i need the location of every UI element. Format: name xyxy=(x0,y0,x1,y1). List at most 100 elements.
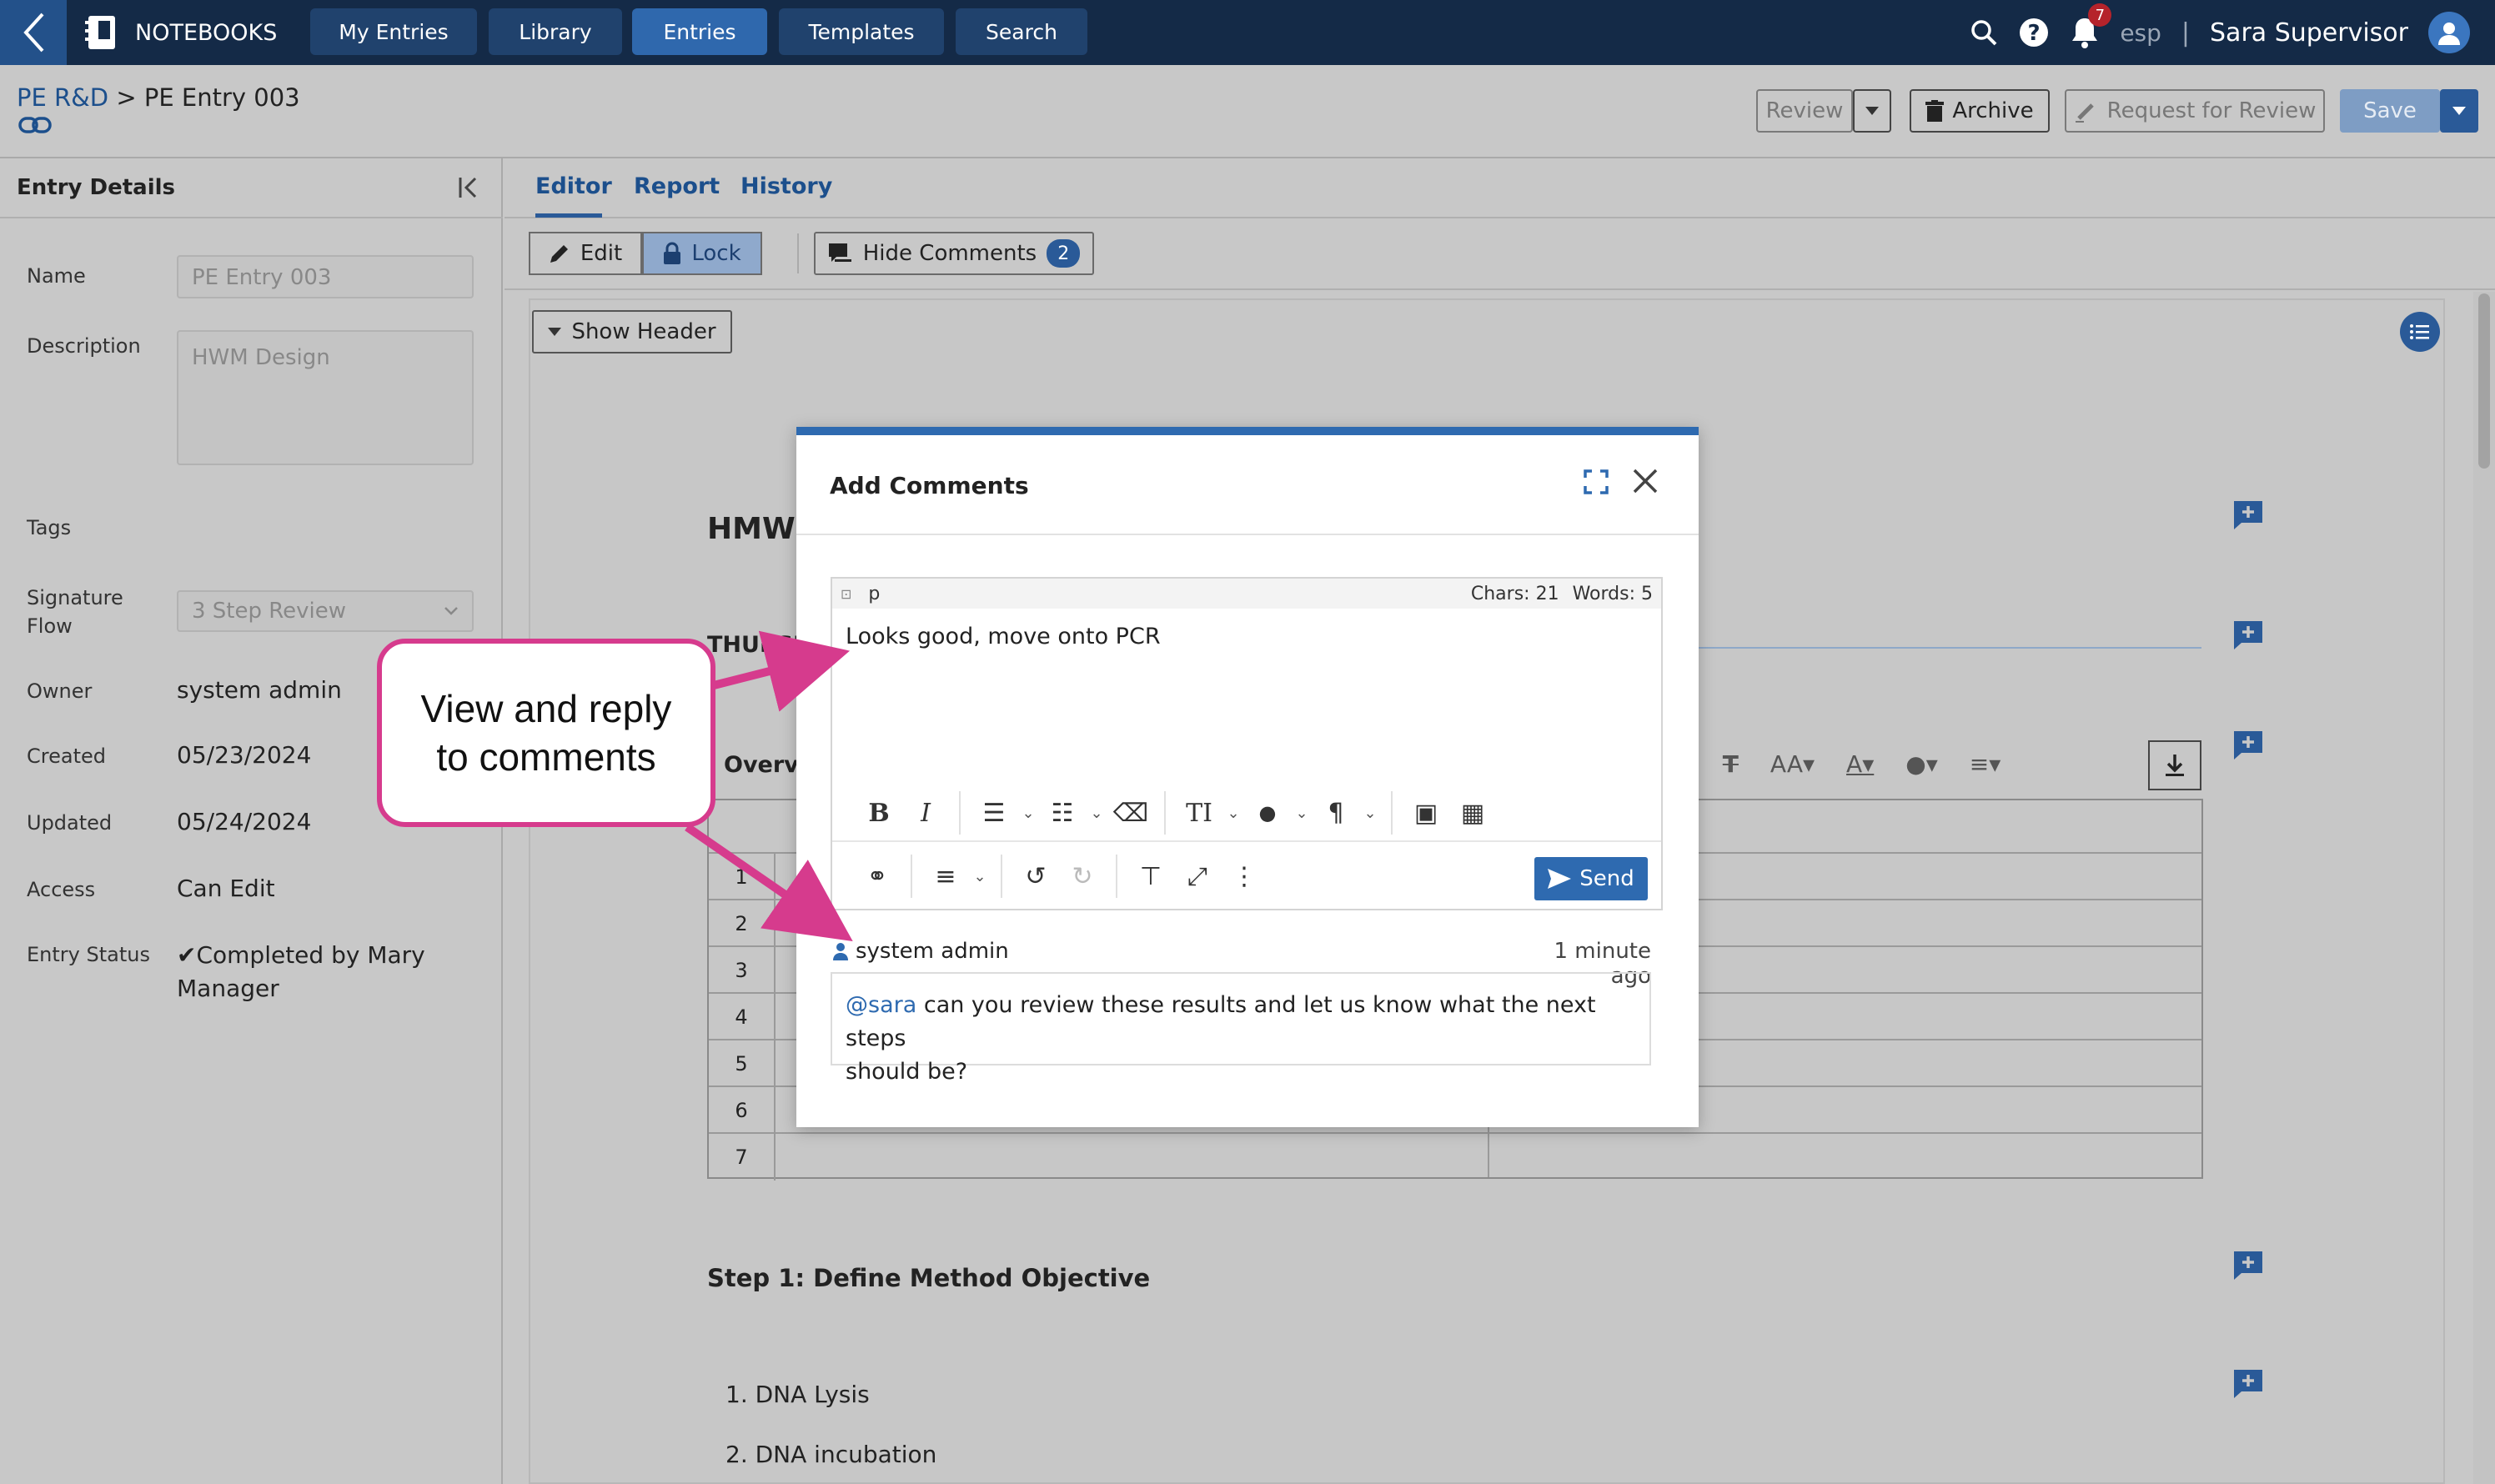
description-field[interactable]: HWM Design xyxy=(177,330,474,465)
link-icon[interactable] xyxy=(18,115,52,135)
show-header-button[interactable]: Show Header xyxy=(532,310,732,353)
highlight-icon[interactable]: ●▾ xyxy=(1905,750,1938,778)
download-button[interactable] xyxy=(2148,740,2201,790)
color-drop-icon[interactable]: ● xyxy=(1244,790,1291,836)
comment-count-badge: 2 xyxy=(1047,239,1081,268)
numbered-list-icon[interactable]: ☷ xyxy=(1039,790,1086,836)
toolbar-divider xyxy=(797,233,799,273)
redo-icon[interactable]: ↻ xyxy=(1059,853,1106,900)
review-button[interactable]: Review xyxy=(1756,89,1853,133)
chevron-down-icon xyxy=(444,607,458,615)
clear-format-icon[interactable]: T xyxy=(1723,750,1739,778)
comment-body[interactable]: @sara can you review these results and l… xyxy=(831,972,1651,1085)
callout-line1: View and reply xyxy=(420,687,672,730)
comment-draft-text[interactable]: Looks good, move onto PCR xyxy=(846,624,1161,649)
request-review-button[interactable]: Request for Review xyxy=(2065,89,2325,133)
notebook-icon xyxy=(85,16,115,49)
text-size-icon[interactable]: TI xyxy=(1176,790,1222,836)
top-right-controls: ? 7 esp | Sara Supervisor xyxy=(1970,0,2470,65)
add-comment-icon[interactable] xyxy=(2231,729,2265,762)
row-number: 3 xyxy=(709,947,776,994)
chevron-down-icon[interactable]: ⌄ xyxy=(1086,805,1107,822)
collapse-panel-icon[interactable] xyxy=(457,175,482,200)
signature-flow-value: 3 Step Review xyxy=(192,599,347,624)
comment-author-name: system admin xyxy=(856,939,1009,964)
paragraph-icon[interactable]: ¶ xyxy=(1313,790,1359,836)
add-comment-icon[interactable] xyxy=(2231,499,2265,532)
more-options-icon[interactable]: ⋮ xyxy=(1221,853,1268,900)
scrollbar-thumb[interactable] xyxy=(2478,293,2490,469)
bold-icon[interactable]: B xyxy=(856,790,902,836)
add-comment-icon[interactable] xyxy=(2231,1249,2265,1282)
user-name[interactable]: Sara Supervisor xyxy=(2210,18,2408,48)
scrollbar[interactable] xyxy=(2473,292,2495,1484)
drag-handle-icon[interactable]: ⊡ xyxy=(841,586,851,602)
lock-button[interactable]: Lock xyxy=(642,232,762,275)
list-item: 2. DNA incubation xyxy=(725,1441,937,1468)
language-selector[interactable]: esp xyxy=(2120,19,2161,47)
entry-status-value: ✔Completed by Mary Manager xyxy=(177,939,425,1005)
name-field[interactable]: PE Entry 003 xyxy=(177,255,474,298)
fullscreen-icon[interactable]: ⤢ xyxy=(1174,853,1221,900)
callout-line2: to comments xyxy=(436,735,656,779)
row-number: 6 xyxy=(709,1087,776,1134)
table-of-contents-button[interactable] xyxy=(2400,312,2440,352)
chevron-down-icon[interactable]: ⌄ xyxy=(1017,805,1039,822)
table-row[interactable]: 7 xyxy=(709,1132,2201,1181)
italic-icon[interactable]: I xyxy=(902,790,949,836)
font-size-icon[interactable]: AA▾ xyxy=(1770,750,1815,778)
help-icon[interactable]: ? xyxy=(2018,17,2050,48)
table-icon[interactable]: ▦ xyxy=(1449,790,1496,836)
comment-text-line2: should be? xyxy=(846,1059,968,1085)
nav-tab-library[interactable]: Library xyxy=(489,8,622,55)
updated-value: 05/24/2024 xyxy=(177,808,312,835)
bullet-list-icon[interactable]: ☰ xyxy=(971,790,1017,836)
signature-flow-select[interactable]: 3 Step Review xyxy=(177,590,474,632)
add-comment-icon[interactable] xyxy=(2231,1367,2265,1401)
add-comment-icon[interactable] xyxy=(2231,619,2265,652)
chevron-down-icon[interactable]: ⌄ xyxy=(1291,805,1313,822)
eraser-icon[interactable]: ⌫ xyxy=(1107,790,1154,836)
nav-tab-templates[interactable]: Templates xyxy=(779,8,944,55)
tab-report[interactable]: Report xyxy=(634,173,720,199)
table-toolbar: S T AA▾ A▾ ●▾ ≡▾ xyxy=(1676,737,2203,790)
chevron-down-icon[interactable]: ⌄ xyxy=(969,868,991,885)
nav-tab-entries[interactable]: Entries xyxy=(632,8,767,55)
breadcrumb-parent[interactable]: PE R&D xyxy=(17,83,108,112)
toolbar-separator xyxy=(1001,855,1002,898)
list-item: 1. DNA Lysis xyxy=(725,1381,870,1408)
created-value: 05/23/2024 xyxy=(177,741,312,769)
request-review-label: Request for Review xyxy=(2106,98,2317,123)
user-mention[interactable]: @sara xyxy=(846,992,916,1018)
archive-button[interactable]: Archive xyxy=(1910,89,2050,133)
align-icon[interactable]: ≡▾ xyxy=(1970,750,2001,778)
save-dropdown[interactable] xyxy=(2440,89,2478,133)
back-button[interactable] xyxy=(0,0,67,65)
font-color-icon[interactable]: A▾ xyxy=(1846,750,1874,778)
save-button[interactable]: Save xyxy=(2340,89,2440,133)
breadcrumb-separator: > xyxy=(116,83,137,112)
undo-icon[interactable]: ↺ xyxy=(1012,853,1059,900)
edit-button[interactable]: Edit xyxy=(529,232,642,275)
tab-history[interactable]: History xyxy=(740,173,832,199)
nav-tab-my-entries[interactable]: My Entries xyxy=(310,8,477,55)
hide-comments-button[interactable]: Hide Comments 2 xyxy=(814,232,1094,275)
element-path: p xyxy=(868,583,881,604)
send-button[interactable]: Send xyxy=(1534,857,1648,900)
link-icon[interactable]: ⚭ xyxy=(854,853,901,900)
close-icon[interactable] xyxy=(1631,467,1659,495)
chevron-down-icon[interactable]: ⌄ xyxy=(1222,805,1244,822)
tab-editor[interactable]: Editor xyxy=(535,173,612,199)
notifications[interactable]: 7 xyxy=(2070,3,2112,48)
image-icon[interactable]: ▣ xyxy=(1403,790,1449,836)
chevron-down-icon[interactable]: ⌄ xyxy=(1359,805,1381,822)
align-icon[interactable]: ≡ xyxy=(922,853,969,900)
search-icon[interactable] xyxy=(1970,18,1998,47)
expand-icon[interactable] xyxy=(1583,469,1609,495)
format-painter-icon[interactable]: ⊤ xyxy=(1127,853,1174,900)
divider: | xyxy=(2181,18,2191,48)
nav-tab-search[interactable]: Search xyxy=(956,8,1087,55)
app-brand[interactable]: NOTEBOOKS xyxy=(83,0,277,65)
avatar[interactable] xyxy=(2428,12,2470,53)
review-dropdown[interactable] xyxy=(1853,89,1891,133)
